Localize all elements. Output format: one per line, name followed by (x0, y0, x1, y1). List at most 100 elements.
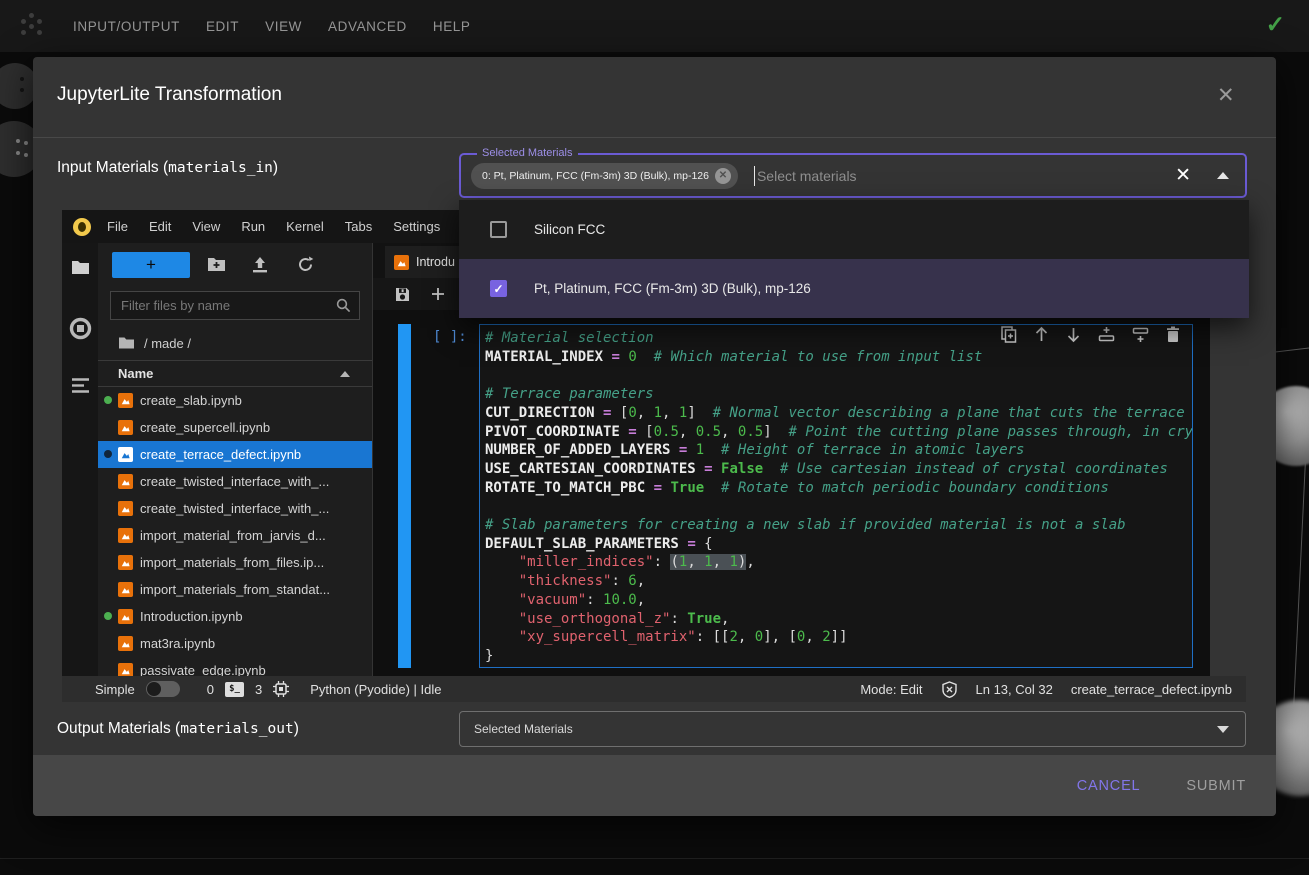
code-line: "miller_indices": (1, 1, 1), (485, 553, 1192, 572)
insert-cell-below-icon[interactable] (1132, 326, 1149, 343)
save-icon[interactable] (395, 287, 410, 302)
code-line: USE_CARTESIAN_COORDINATES = False # Use … (485, 460, 1192, 479)
app-menu-input-output[interactable]: INPUT/OUTPUT (73, 19, 180, 34)
notebook-file-icon (118, 528, 133, 543)
notebook-file-icon (118, 447, 133, 462)
file-row[interactable]: passivate_edge.ipynb (98, 657, 372, 676)
file-row[interactable]: create_supercell.ipynb (98, 414, 372, 441)
output-select-value: Selected Materials (474, 722, 573, 736)
file-browser-icon[interactable] (71, 259, 90, 280)
output-materials-select[interactable]: Selected Materials (459, 711, 1246, 747)
input-materials-label: Input Materials (materials_in) (57, 159, 278, 177)
code-line (485, 497, 1192, 516)
cancel-button[interactable]: CANCEL (1077, 778, 1141, 794)
jupyterlab-menu-settings[interactable]: Settings (393, 219, 440, 234)
close-icon[interactable]: ✕ (1217, 85, 1235, 106)
breadcrumb[interactable]: / made / (118, 331, 191, 355)
file-row[interactable]: Introduction.ipynb (98, 603, 372, 630)
upload-icon[interactable] (252, 256, 268, 278)
insert-cell-icon[interactable] (431, 287, 445, 301)
checkbox-unchecked-icon[interactable] (490, 221, 507, 238)
file-row[interactable]: create_twisted_interface_with_... (98, 495, 372, 522)
selected-materials-field[interactable]: Selected Materials 0: Pt, Platinum, FCC … (459, 153, 1247, 198)
file-row[interactable]: import_materials_from_files.ip... (98, 549, 372, 576)
notebook-file-icon (118, 582, 133, 597)
duplicate-cell-icon[interactable] (1001, 326, 1017, 343)
insert-cell-above-icon[interactable] (1098, 326, 1115, 343)
submit-button[interactable]: SUBMIT (1186, 778, 1246, 794)
trust-shield-icon[interactable] (941, 681, 958, 698)
terminals-count[interactable]: 0 (207, 682, 214, 697)
terminal-icon[interactable]: $_ (225, 682, 244, 697)
file-row[interactable]: import_materials_from_standat... (98, 576, 372, 603)
jupyterlab-menu-edit[interactable]: Edit (149, 219, 171, 234)
file-row[interactable]: import_material_from_jarvis_d... (98, 522, 372, 549)
material-chip[interactable]: 0: Pt, Platinum, FCC (Fm-3m) 3D (Bulk), … (471, 163, 738, 189)
file-row[interactable]: create_twisted_interface_with_... (98, 468, 372, 495)
kernel-cpu-icon[interactable] (273, 681, 289, 697)
file-list-header[interactable]: Name ⋯ (98, 360, 372, 387)
cell-collapser[interactable] (398, 324, 411, 668)
move-cell-up-icon[interactable] (1034, 326, 1049, 343)
file-row[interactable]: create_terrace_defect.ipynb (98, 441, 372, 468)
code-line (485, 366, 1192, 385)
file-row[interactable]: mat3ra.ipynb (98, 630, 372, 657)
kernels-count[interactable]: 3 (255, 682, 262, 697)
jupyterlab-menu-file[interactable]: File (107, 219, 128, 234)
table-of-contents-icon[interactable] (71, 377, 90, 399)
material-option[interactable]: Silicon FCC (459, 200, 1249, 259)
code-content: # Material selectionMATERIAL_INDEX = 0 #… (480, 325, 1192, 666)
running-kernels-icon[interactable] (69, 317, 92, 345)
move-cell-down-icon[interactable] (1066, 326, 1081, 343)
file-name: create_slab.ipynb (140, 393, 242, 408)
new-launcher-button[interactable]: + (112, 252, 190, 278)
code-line: NUMBER_OF_ADDED_LAYERS = 1 # Height of t… (485, 441, 1192, 460)
kernel-running-dot (104, 450, 112, 458)
materials-dropdown-menu: Silicon FCC✓Pt, Platinum, FCC (Fm-3m) 3D… (459, 200, 1249, 318)
checkbox-checked-icon[interactable]: ✓ (490, 280, 507, 297)
jupyterlab-menu-run[interactable]: Run (241, 219, 265, 234)
chip-delete-icon[interactable]: ✕ (715, 168, 731, 184)
mode-indicator[interactable]: Mode: Edit (860, 682, 922, 697)
jupyterlab-menu-kernel[interactable]: Kernel (286, 219, 324, 234)
cursor-position[interactable]: Ln 13, Col 32 (976, 682, 1053, 697)
name-column-header[interactable]: Name (118, 366, 153, 381)
kernel-running-dot (104, 612, 112, 620)
screen: INPUT/OUTPUT EDIT VIEW ADVANCED HELP ✓ Jupyt… (0, 0, 1309, 875)
code-line: # Terrace parameters (485, 385, 1192, 404)
file-list: create_slab.ipynbcreate_supercell.ipynbc… (98, 387, 372, 676)
code-cell[interactable]: # Material selectionMATERIAL_INDEX = 0 #… (479, 324, 1193, 668)
app-menu-advanced[interactable]: ADVANCED (328, 19, 407, 34)
app-menu-help[interactable]: HELP (433, 19, 471, 34)
notebook-file-icon (118, 501, 133, 516)
jupyterlab-menu-view[interactable]: View (192, 219, 220, 234)
refresh-icon[interactable] (297, 256, 314, 278)
file-name: import_materials_from_standat... (140, 582, 330, 597)
delete-cell-icon[interactable] (1166, 326, 1180, 343)
breadcrumb-path: / made / (144, 336, 191, 351)
file-name: import_material_from_jarvis_d... (140, 528, 326, 543)
jupyterlab-sidebar-strip (62, 243, 98, 676)
search-icon (336, 298, 351, 313)
app-menu-edit[interactable]: EDIT (206, 19, 239, 34)
jupyterlab-menu-tabs[interactable]: Tabs (345, 219, 372, 234)
select-materials-input[interactable] (757, 168, 1175, 184)
clear-selection-icon[interactable]: ✕ (1175, 166, 1191, 185)
collapse-dropdown-icon[interactable] (1217, 172, 1229, 179)
text-caret (754, 166, 755, 186)
material-option[interactable]: ✓Pt, Platinum, FCC (Fm-3m) 3D (Bulk), mp… (459, 259, 1249, 318)
expand-dropdown-icon (1217, 726, 1229, 733)
file-row[interactable]: create_slab.ipynb (98, 387, 372, 414)
app-logo-icon[interactable] (19, 13, 45, 39)
kernel-status[interactable]: Python (Pyodide) | Idle (310, 682, 441, 697)
jupyterlab-status-bar: Simple 0 $_ 3 Python (Pyodide) | Idle Mo… (62, 676, 1246, 702)
dialog-title: JupyterLite Transformation (57, 84, 282, 106)
simple-mode-toggle[interactable] (146, 681, 180, 697)
new-folder-icon[interactable] (207, 256, 226, 277)
filter-files-input[interactable] (111, 298, 336, 313)
code-line: DEFAULT_SLAB_PARAMETERS = { (485, 535, 1192, 554)
app-menu-view[interactable]: VIEW (265, 19, 302, 34)
header-divider (33, 137, 1276, 138)
notebook-file-icon (118, 609, 133, 624)
active-filename[interactable]: create_terrace_defect.ipynb (1071, 682, 1232, 697)
